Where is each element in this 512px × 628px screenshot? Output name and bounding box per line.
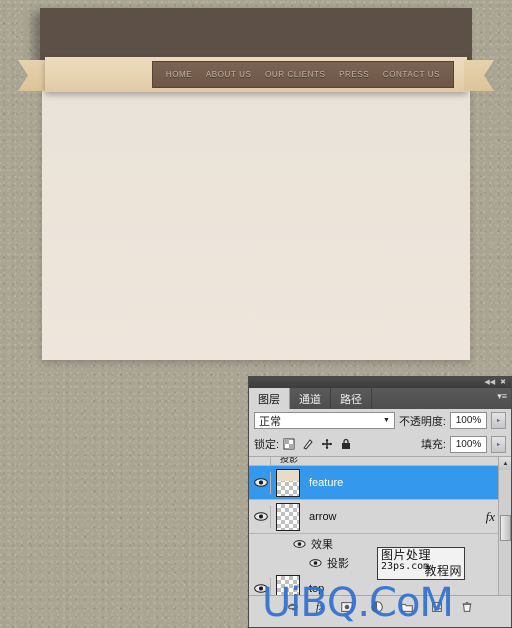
fill-input[interactable]: 100% xyxy=(450,435,487,453)
chevron-down-icon: ▼ xyxy=(383,417,390,424)
scrollbar-thumb[interactable] xyxy=(500,515,511,541)
effects-label: 效果 xyxy=(311,538,333,551)
lock-all-icon[interactable] xyxy=(340,438,352,450)
watermark-box: 图片处理 23ps.com 教程网 xyxy=(377,547,465,580)
opacity-slider-icon[interactable]: ▸ xyxy=(491,412,506,429)
layer-thumbnail[interactable] xyxy=(276,502,300,531)
nav-item-contact-us[interactable]: CONTACT US xyxy=(383,70,440,79)
eye-icon[interactable] xyxy=(293,539,306,548)
layer-name: feature xyxy=(309,476,344,489)
watermark-overlay-text: 教程网 xyxy=(424,564,462,579)
watermark-uibq: UiBQ.CoM xyxy=(262,580,454,626)
tab-channels[interactable]: 通道 xyxy=(290,388,331,409)
blend-mode-value: 正常 xyxy=(259,415,281,428)
website-mockup: HOME ABOUT US OUR CLIENTS PRESS CONTACT … xyxy=(0,0,512,375)
eye-icon[interactable] xyxy=(309,558,322,567)
blend-mode-row[interactable]: 正常 ▼ 不透明度: 100% ▸ xyxy=(249,409,511,432)
site-navigation[interactable]: HOME ABOUT US OUR CLIENTS PRESS CONTACT … xyxy=(152,61,454,88)
eye-icon[interactable] xyxy=(251,457,271,465)
eye-icon[interactable] xyxy=(251,471,271,494)
nav-item-press[interactable]: PRESS xyxy=(339,70,369,79)
layers-scrollbar[interactable]: ▲ xyxy=(498,457,511,595)
eye-icon-glyph xyxy=(253,478,268,487)
eye-icon[interactable] xyxy=(251,505,271,528)
ribbon-tail-left xyxy=(18,60,48,91)
nav-item-home[interactable]: HOME xyxy=(166,70,192,79)
layer-style-fx-icon[interactable]: fx xyxy=(486,509,495,525)
layer-name: 投影 xyxy=(280,457,299,464)
layer-thumbnail[interactable] xyxy=(276,468,300,497)
tab-paths[interactable]: 路径 xyxy=(331,388,372,409)
nav-item-our-clients[interactable]: OUR CLIENTS xyxy=(265,70,325,79)
panel-tabbar[interactable]: 图层 通道 路径 ▾≡ xyxy=(249,388,511,409)
layer-name: arrow xyxy=(309,510,337,523)
lock-icon-group[interactable] xyxy=(283,438,352,450)
fill-label: 填充: xyxy=(420,439,446,451)
delete-layer-icon[interactable] xyxy=(460,600,474,614)
layer-row-feature[interactable]: feature xyxy=(249,466,511,500)
fill-slider-icon[interactable]: ▸ xyxy=(491,435,506,453)
blend-mode-select[interactable]: 正常 ▼ xyxy=(254,412,395,429)
collapse-panel-icon[interactable]: ◀◀ xyxy=(484,379,495,386)
lock-transparent-pixels-icon[interactable] xyxy=(283,438,295,450)
lock-row[interactable]: 锁定: 填充: 100% ▸ xyxy=(249,432,511,456)
ribbon-tail-right xyxy=(464,60,494,91)
panel-titlebar: ◀◀ ✖ xyxy=(249,377,511,388)
site-content-panel xyxy=(42,65,470,360)
eye-icon-glyph xyxy=(253,512,268,521)
panel-menu-icon[interactable]: ▾≡ xyxy=(497,392,507,401)
lock-label: 锁定: xyxy=(254,439,280,451)
opacity-label: 不透明度: xyxy=(398,415,446,428)
tab-layers[interactable]: 图层 xyxy=(249,388,290,409)
layer-row[interactable]: 投影 xyxy=(249,457,511,466)
close-panel-icon[interactable]: ✖ xyxy=(500,379,506,386)
lock-image-pixels-icon[interactable] xyxy=(302,438,314,450)
layer-row-arrow[interactable]: arrow fx xyxy=(249,500,511,534)
opacity-input[interactable]: 100% xyxy=(450,412,487,429)
lock-position-icon[interactable] xyxy=(321,438,333,450)
nav-item-about-us[interactable]: ABOUT US xyxy=(206,70,252,79)
scroll-up-icon[interactable]: ▲ xyxy=(499,457,511,470)
watermark-line-1: 图片处理 xyxy=(381,548,432,562)
drop-shadow-label: 投影 xyxy=(327,557,349,570)
